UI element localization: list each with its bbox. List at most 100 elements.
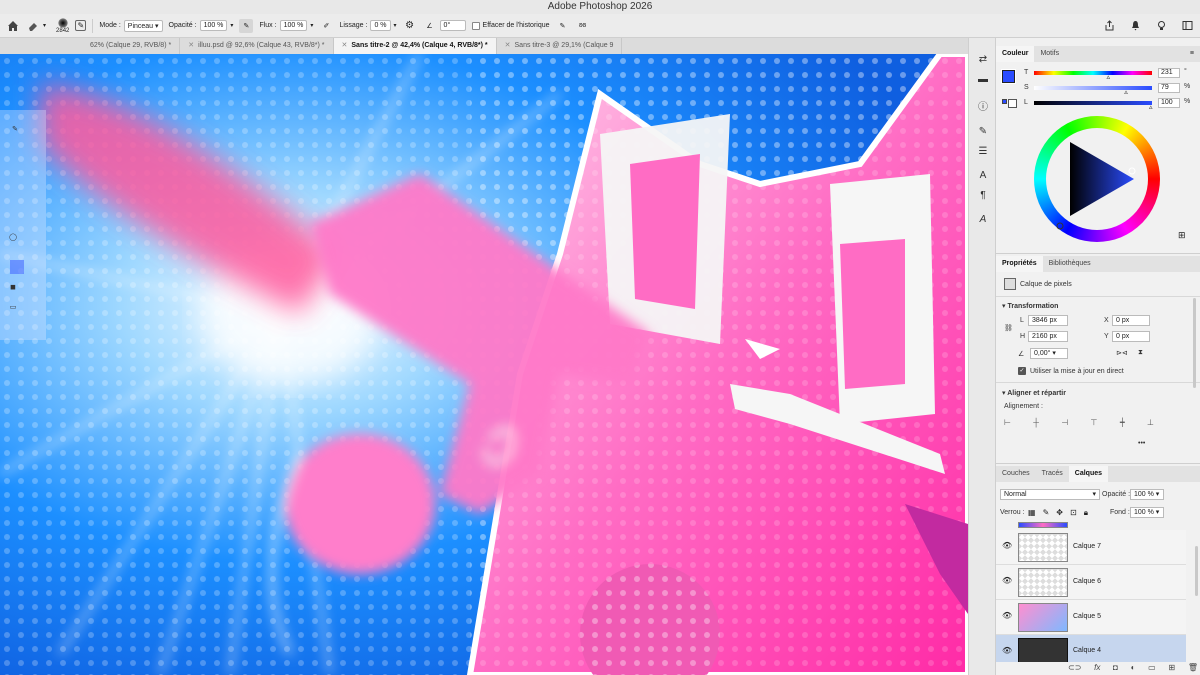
adjustments-icon[interactable]: ☰ — [976, 144, 990, 158]
tab-couches[interactable]: Couches — [996, 466, 1036, 482]
lock-transparency-icon[interactable]: ▦ — [1028, 508, 1036, 518]
chevron-down-icon[interactable]: ▾ — [394, 22, 397, 29]
fx-icon[interactable]: fx — [1094, 663, 1100, 672]
brush-panel-toggle[interactable]: ✎ — [75, 20, 87, 31]
lasso-tool-icon[interactable]: ◯ — [6, 230, 20, 244]
brush-panel-icon[interactable]: ✎ — [976, 124, 990, 138]
lightness-value[interactable]: 100 — [1158, 98, 1180, 108]
layer-row[interactable]: 👁︎ Calque 6 — [996, 565, 1186, 600]
lightness-slider[interactable] — [1034, 101, 1152, 105]
close-icon[interactable]: ✕ — [342, 38, 348, 54]
panel-menu-icon[interactable]: ≡ — [1184, 46, 1200, 62]
layer-row[interactable]: 👁︎ Calque 7 — [996, 530, 1186, 565]
align-top-icon[interactable]: ⊤ — [1091, 418, 1098, 427]
layer-row-selected[interactable]: 👁︎ Calque 4 — [996, 635, 1186, 662]
hue-slider[interactable] — [1034, 71, 1152, 75]
document-canvas[interactable] — [0, 54, 968, 675]
layers-scrollbar[interactable] — [1195, 546, 1198, 596]
fill-input[interactable]: 100 % ▾ — [1130, 507, 1164, 518]
document-tab[interactable]: ✕ Sans titre-3 @ 29,1% (Calque 9 — [497, 38, 623, 54]
layer-opacity-input[interactable]: 100 % ▾ — [1130, 489, 1164, 500]
transform-heading[interactable]: ▾ Transformation — [1002, 302, 1058, 310]
eye-icon[interactable]: 👁︎ — [1002, 646, 1012, 655]
pressure-size-button[interactable]: ✎ — [556, 19, 570, 33]
x-input[interactable]: 0 px — [1112, 315, 1150, 326]
history-icon[interactable]: ⇄ — [976, 52, 990, 66]
tab-motifs[interactable]: Motifs — [1034, 46, 1065, 62]
saturation-slider-thumb[interactable]: ▵ — [1124, 88, 1128, 96]
color-wheel[interactable] — [1034, 116, 1160, 242]
tab-couleur[interactable]: Couleur — [996, 46, 1035, 62]
document-tab[interactable]: ✕ illuu.psd @ 92,6% (Calque 43, RVB/8*) … — [180, 38, 334, 54]
blend-mode-select[interactable]: Normal ▾ — [1000, 489, 1100, 500]
y-input[interactable]: 0 px — [1112, 331, 1150, 342]
flow-input[interactable]: 100 % — [279, 20, 308, 31]
link-icon[interactable]: ⛓ — [1004, 324, 1013, 332]
panel-scrollbar[interactable] — [1193, 298, 1196, 388]
tab-proprietes[interactable]: Propriétés — [996, 256, 1043, 272]
lock-position-icon[interactable]: ✥ — [1056, 508, 1063, 518]
smoothing-input[interactable]: 0 % — [370, 20, 391, 31]
chevron-down-icon[interactable]: ▾ — [230, 22, 233, 29]
screen-mode-icon[interactable]: ▭ — [6, 300, 20, 314]
close-icon[interactable]: ✕ — [188, 38, 194, 54]
eye-icon[interactable]: 👁︎ — [1002, 576, 1012, 585]
align-center-h-icon[interactable]: ┼ — [1033, 418, 1039, 427]
align-bottom-icon[interactable]: ⊥ — [1147, 418, 1154, 427]
comment-icon[interactable]: ▬ — [976, 72, 990, 86]
brush-tool-icon[interactable]: ✎ — [8, 122, 22, 136]
lock-all-icon[interactable]: 🔒︎ — [1084, 508, 1088, 518]
align-middle-v-icon[interactable]: ┿ — [1120, 418, 1125, 427]
info-icon[interactable]: ⓘ — [976, 98, 990, 113]
symmetry-button[interactable]: ʚɞ — [576, 19, 590, 33]
chevron-down-icon[interactable]: ▾ — [310, 22, 313, 29]
eye-icon[interactable]: 👁︎ — [1002, 541, 1012, 550]
new-group-icon[interactable]: ▭ — [1148, 663, 1156, 672]
close-icon[interactable]: ✕ — [505, 38, 511, 54]
hue-value[interactable]: 231 — [1158, 68, 1180, 78]
align-heading[interactable]: ▾ Aligner et répartir — [1002, 389, 1066, 397]
mode-select[interactable]: Pinceau ▾ — [123, 19, 163, 32]
bell-icon[interactable] — [1128, 18, 1142, 32]
smoothing-settings-button[interactable]: ⚙ — [403, 19, 417, 33]
angle-input[interactable]: 0,00° ▾ — [1030, 348, 1068, 359]
workspace-icon[interactable] — [1180, 18, 1194, 32]
airbrush-button[interactable]: ✐ — [319, 19, 333, 33]
mask-tool-icon[interactable]: ◼ — [6, 280, 20, 294]
lightness-slider-thumb[interactable]: ▵ — [1149, 103, 1153, 111]
document-tab[interactable]: 62% (Calque 29, RVB/8) * — [0, 38, 181, 54]
live-update-checkbox[interactable]: ✓ — [1018, 367, 1026, 375]
adjustment-layer-icon[interactable]: ◐ — [1131, 663, 1136, 672]
lock-artboard-icon[interactable]: ⊡ — [1070, 508, 1077, 518]
eye-icon[interactable]: 👁︎ — [1002, 611, 1012, 620]
align-right-icon[interactable]: ⊣ — [1061, 418, 1068, 427]
partial-layer-row[interactable] — [1018, 522, 1068, 528]
character-icon[interactable]: A — [976, 168, 990, 182]
tab-traces[interactable]: Tracés — [1036, 466, 1069, 482]
home-button[interactable] — [6, 19, 20, 33]
angle-input[interactable]: 0° — [439, 20, 466, 31]
tab-calques[interactable]: Calques — [1068, 466, 1109, 482]
saturation-slider[interactable] — [1034, 86, 1152, 90]
glyphs-icon[interactable]: A — [976, 212, 990, 226]
hue-slider-thumb[interactable]: ▵ — [1107, 73, 1111, 81]
lightbulb-icon[interactable] — [1154, 18, 1168, 32]
width-input[interactable]: 3846 px — [1028, 315, 1068, 326]
pressure-opacity-button[interactable]: ✎ — [239, 18, 254, 33]
trash-icon[interactable]: 🗑︎ — [1188, 663, 1198, 672]
lock-pixels-icon[interactable]: ✎ — [1043, 508, 1050, 518]
new-layer-icon[interactable]: ⊞ — [1168, 663, 1175, 672]
link-layers-icon[interactable]: ⊂⊃ — [1068, 663, 1081, 672]
add-mask-icon[interactable]: ◘ — [1113, 663, 1118, 672]
color-triangle[interactable] — [1034, 116, 1160, 242]
flip-horizontal-icon[interactable]: ⊳⊲ — [1116, 349, 1128, 357]
add-swatch-icon[interactable]: ⊞ — [1178, 230, 1186, 241]
more-options[interactable]: ••• — [1138, 440, 1145, 447]
eraser-tool-button[interactable]: ▾ — [26, 19, 46, 33]
flip-vertical-icon[interactable]: ⧗ — [1138, 349, 1143, 357]
opacity-input[interactable]: 100 % — [199, 20, 228, 31]
erase-history-checkbox[interactable] — [471, 21, 480, 30]
align-left-icon[interactable]: ⊢ — [1004, 418, 1011, 427]
brush-preset-picker[interactable]: 2842 — [56, 17, 69, 34]
layer-row[interactable]: 👁︎ Calque 5 — [996, 600, 1186, 635]
